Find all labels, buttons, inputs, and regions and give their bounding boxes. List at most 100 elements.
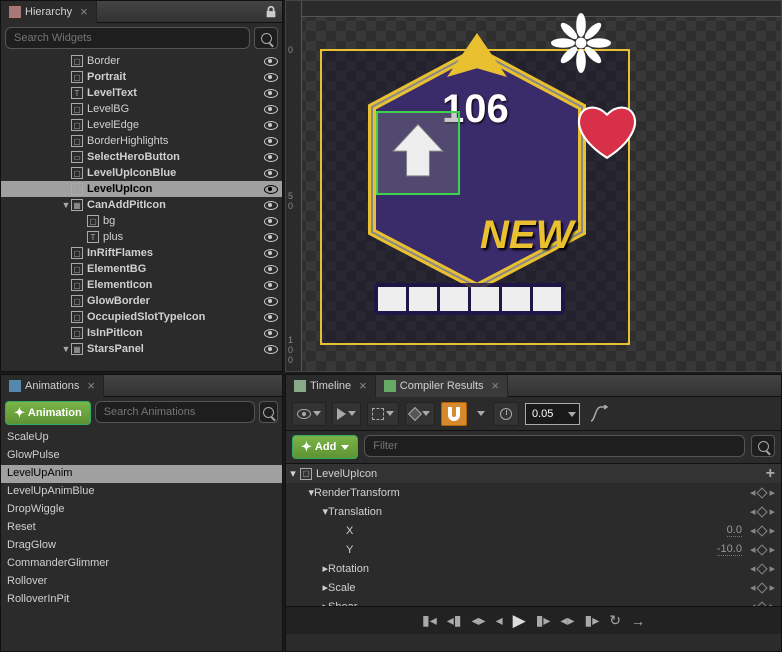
keys-button[interactable] [405, 402, 435, 426]
track-root-row[interactable]: ▾ ▢ LevelUpIcon + [286, 464, 781, 483]
tree-row[interactable]: ▼▦CanAddPitIcon [1, 197, 282, 213]
tree-row[interactable]: ▢Border [1, 53, 282, 69]
animation-item[interactable]: LevelUpAnimBlue [1, 483, 282, 501]
visibility-icon[interactable] [264, 201, 278, 210]
timeline-filter-input[interactable] [364, 435, 745, 457]
shear-row[interactable]: ▸ Shear ◂▸ [286, 597, 781, 606]
play-forward-button[interactable]: ▶ [513, 611, 526, 631]
add-property-button[interactable]: + [766, 465, 775, 483]
tree-row[interactable]: ▢OccupiedSlotTypeIcon [1, 309, 282, 325]
animation-item[interactable]: GlowPulse [1, 447, 282, 465]
visibility-icon[interactable] [264, 137, 278, 146]
tree-row[interactable]: ▢LevelEdge [1, 117, 282, 133]
next-key-button[interactable]: ▮▸ [584, 612, 599, 629]
visibility-icon[interactable] [264, 217, 278, 226]
visibility-icon[interactable] [264, 89, 278, 98]
marquee-button[interactable] [367, 402, 399, 426]
animation-item[interactable]: ScaleUp [1, 429, 282, 447]
animations-list[interactable]: ScaleUpGlowPulseLevelUpAnimLevelUpAnimBl… [1, 429, 282, 609]
tree-row[interactable]: ▢IsInPitIcon [1, 325, 282, 341]
animation-item[interactable]: Reset [1, 519, 282, 537]
snap-options[interactable] [473, 402, 487, 426]
visibility-icon[interactable] [264, 185, 278, 194]
translation-x-row[interactable]: X 0.0 ◂▸ [286, 521, 781, 540]
visibility-icon[interactable] [264, 57, 278, 66]
step-forward-button[interactable]: ▮▸ [536, 612, 551, 629]
animation-item[interactable]: DropWiggle [1, 501, 282, 519]
close-icon[interactable]: × [359, 378, 367, 393]
levelupicon-selection[interactable] [376, 111, 460, 195]
curve-editor-button[interactable] [586, 402, 612, 426]
visibility-icon[interactable] [264, 265, 278, 274]
play-reverse-button[interactable]: ◂ [496, 612, 503, 629]
search-button[interactable] [259, 401, 278, 423]
tree-row[interactable]: ▼▦StarsPanel [1, 341, 282, 357]
tree-row[interactable]: ▢InRiftFlames [1, 245, 282, 261]
visibility-icon[interactable] [264, 329, 278, 338]
visibility-icon[interactable] [264, 313, 278, 322]
animation-item[interactable]: CommanderGlimmer [1, 555, 282, 573]
visibility-icon[interactable] [264, 345, 278, 354]
search-button[interactable] [254, 27, 278, 49]
translation-y-row[interactable]: Y -10.0 ◂▸ [286, 540, 781, 559]
viewport[interactable]: 0 50 100 106 NEW [285, 0, 782, 372]
rotation-row[interactable]: ▸ Rotation ◂▸ [286, 559, 781, 578]
search-button[interactable] [751, 435, 775, 457]
tree-row[interactable]: Tplus [1, 229, 282, 245]
animations-search-input[interactable] [95, 401, 255, 423]
step-back-keys-button[interactable]: ◂▸ [472, 612, 486, 629]
close-icon[interactable]: × [87, 378, 95, 393]
visibility-icon[interactable] [264, 73, 278, 82]
hierarchy-search-row [1, 23, 282, 53]
animations-tab[interactable]: Animations × [1, 375, 104, 397]
y-value[interactable]: -10.0 [717, 543, 742, 556]
timeline-tab[interactable]: Timeline × [286, 375, 376, 397]
to-end-button[interactable]: → [631, 613, 645, 629]
hierarchy-search-input[interactable] [5, 27, 250, 49]
hierarchy-tree[interactable]: ▢Border▢PortraitTLevelText▢LevelBG▢Level… [1, 53, 282, 373]
visibility-icon[interactable] [264, 105, 278, 114]
visibility-icon[interactable] [264, 233, 278, 242]
visibility-icon[interactable] [264, 153, 278, 162]
animation-item[interactable]: LevelUpAnim [1, 465, 282, 483]
visibility-icon[interactable] [264, 297, 278, 306]
visibility-icon[interactable] [264, 281, 278, 290]
add-track-button[interactable]: ✦Add [292, 435, 358, 459]
tree-row[interactable]: ▢LevelUpIconBlue [1, 165, 282, 181]
animation-item[interactable]: RolloverInPit [1, 591, 282, 609]
add-animation-button[interactable]: ✦Animation [5, 401, 91, 425]
tree-row[interactable]: ▢bg [1, 213, 282, 229]
lock-icon[interactable] [264, 5, 278, 19]
loop-button[interactable]: ↻ [609, 612, 621, 629]
translation-row[interactable]: ▾ Translation ◂▸ [286, 502, 781, 521]
tree-row[interactable]: ▢GlowBorder [1, 293, 282, 309]
tree-row[interactable]: ▭SelectHeroButton [1, 149, 282, 165]
compiler-results-tab[interactable]: Compiler Results × [376, 375, 508, 397]
tree-row[interactable]: ▢BorderHighlights [1, 133, 282, 149]
tree-row[interactable]: ▢LevelBG [1, 101, 282, 117]
visibility-icon[interactable] [264, 249, 278, 258]
animation-item[interactable]: Rollover [1, 573, 282, 591]
close-icon[interactable]: × [492, 378, 500, 393]
scale-row[interactable]: ▸ Scale ◂▸ [286, 578, 781, 597]
track-tree[interactable]: ▾ ▢ LevelUpIcon + ▾ RenderTransform ◂▸ ▾… [286, 464, 781, 606]
animation-item[interactable]: DragGlow [1, 537, 282, 555]
render-transform-row[interactable]: ▾ RenderTransform ◂▸ [286, 483, 781, 502]
visibility-icon[interactable] [264, 121, 278, 130]
x-value[interactable]: 0.0 [727, 524, 742, 537]
hierarchy-tab[interactable]: Hierarchy × [1, 1, 97, 23]
close-icon[interactable]: × [80, 4, 88, 19]
prev-key-button[interactable]: ◂▮ [447, 612, 462, 629]
play-button[interactable] [332, 402, 361, 426]
tree-row[interactable]: ▢ElementBG [1, 261, 282, 277]
tree-row[interactable]: TLevelText [1, 85, 282, 101]
tree-row[interactable]: ▢ElementIcon [1, 277, 282, 293]
view-options-button[interactable] [292, 402, 326, 426]
fps-button[interactable] [493, 402, 519, 426]
tree-row[interactable]: ▢LevelUpIcon [1, 181, 282, 197]
step-fwd-keys-button[interactable]: ◂▸ [560, 612, 574, 629]
to-start-button[interactable]: ▮◂ [422, 612, 437, 629]
snap-button[interactable] [441, 402, 467, 426]
visibility-icon[interactable] [264, 169, 278, 178]
tree-row[interactable]: ▢Portrait [1, 69, 282, 85]
